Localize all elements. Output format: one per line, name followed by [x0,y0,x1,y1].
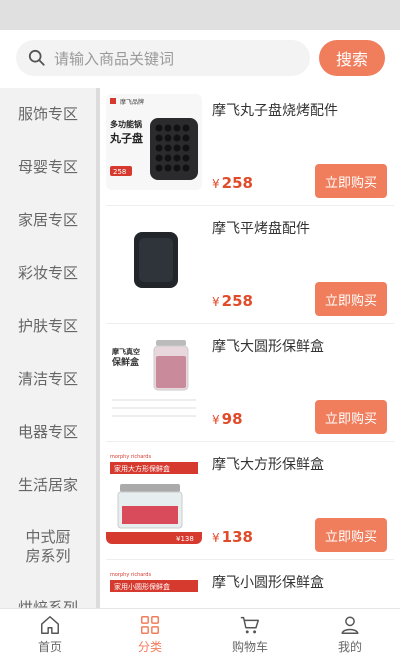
product-price: ¥258 [212,292,253,310]
round-container-image: 摩飞真空 保鲜盒 [106,330,202,426]
buy-now-button[interactable]: 立即购买 [315,164,387,198]
product-card[interactable]: 摩飞真空 保鲜盒 摩飞大圆形保鲜盒 ¥98 立即购买 [100,324,400,442]
sidebar-item-appliances[interactable]: 电器专区 [0,406,96,459]
tab-category[interactable]: 分类 [100,609,200,660]
sidebar-item-chinese-kitchen[interactable]: 中式厨房系列 [20,512,76,582]
svg-text:保鲜盒: 保鲜盒 [111,356,140,368]
search-placeholder: 请输入商品关键词 [54,49,175,68]
svg-text:摩飞真空: 摩飞真空 [111,347,140,356]
sidebar-item-living[interactable]: 生活居家 [0,459,96,512]
svg-text:丸子盘: 丸子盘 [109,131,143,145]
sidebar-item-clothing[interactable]: 服饰专区 [0,88,96,141]
svg-text:258: 258 [113,168,126,176]
category-sidebar: 服饰专区 母婴专区 家居专区 彩妆专区 护肤专区 清洁专区 电器专区 生活居家 … [0,88,96,608]
sidebar-item-skincare[interactable]: 护肤专区 [0,300,96,353]
search-button[interactable]: 搜索 [319,40,385,76]
search-row: 请输入商品关键词 搜索 [0,30,400,88]
product-title[interactable]: 摩飞小圆形保鲜盒 [212,572,324,592]
category-icon [141,616,159,634]
sidebar-item-baking[interactable]: 烘焙系列 [0,582,96,608]
small-round-container-image: morphy richards 家用小圆形保鲜盒 [106,566,202,608]
product-title[interactable]: 摩飞大圆形保鲜盒 [212,336,324,356]
flat-grill-plate-image [106,212,202,308]
product-card[interactable]: 摩飞品牌 多功能锅 丸子盘 258 摩飞丸子盘烧烤配件 ¥258 立即购买 [100,88,400,206]
svg-text:morphy richards: morphy richards [110,454,151,460]
cart-icon [240,616,259,634]
product-card[interactable]: morphy richards 家用大方形保鲜盒 ¥138 摩飞大方形保鲜盒 ¥… [100,442,400,560]
product-title[interactable]: 摩飞丸子盘烧烤配件 [212,100,338,120]
bottom-tab-bar: 首页 分类 购物车 我的 [0,608,400,660]
square-container-image: morphy richards 家用大方形保鲜盒 ¥138 [106,448,202,544]
sidebar-item-cleaning[interactable]: 清洁专区 [0,353,96,406]
buy-now-button[interactable]: 立即购买 [315,282,387,316]
product-card[interactable]: morphy richards 家用小圆形保鲜盒 摩飞小圆形保鲜盒 [100,560,400,608]
svg-text:家用大方形保鲜盒: 家用大方形保鲜盒 [114,464,170,473]
buy-now-button[interactable]: 立即购买 [315,518,387,552]
product-price: ¥98 [212,410,243,428]
meatball-pan-image: 摩飞品牌 多功能锅 丸子盘 258 [106,94,202,190]
sidebar-item-home[interactable]: 家居专区 [0,194,96,247]
product-image: morphy richards 家用大方形保鲜盒 ¥138 [106,448,202,544]
status-bar [0,0,400,30]
tab-home[interactable]: 首页 [0,609,100,660]
tab-label: 购物车 [231,640,268,654]
product-image: 摩飞真空 保鲜盒 [106,330,202,426]
home-icon [41,616,59,634]
svg-text:多功能锅: 多功能锅 [110,119,142,129]
product-price: ¥258 [212,174,253,192]
sidebar-item-baby[interactable]: 母婴专区 [0,141,96,194]
buy-now-button[interactable]: 立即购买 [315,400,387,434]
search-icon [28,49,45,66]
svg-text:¥138: ¥138 [176,535,194,543]
tab-label: 首页 [37,640,62,654]
tab-label: 分类 [137,640,162,654]
product-title[interactable]: 摩飞平烤盘配件 [212,218,310,238]
tab-cart[interactable]: 购物车 [200,609,300,660]
tab-mine[interactable]: 我的 [300,609,400,660]
user-icon [341,616,359,634]
product-image: 摩飞品牌 多功能锅 丸子盘 258 [106,94,202,190]
product-title[interactable]: 摩飞大方形保鲜盒 [212,454,324,474]
search-input[interactable]: 请输入商品关键词 [16,40,310,76]
product-card[interactable]: 摩飞平烤盘配件 ¥258 立即购买 [100,206,400,324]
product-list: 摩飞品牌 多功能锅 丸子盘 258 摩飞丸子盘烧烤配件 ¥258 立即购买 摩飞… [100,88,400,608]
svg-text:morphy richards: morphy richards [110,572,151,578]
tab-label: 我的 [337,640,362,654]
product-image: morphy richards 家用小圆形保鲜盒 [106,566,202,608]
product-price: ¥138 [212,528,253,546]
svg-text:摩飞品牌: 摩飞品牌 [120,98,144,106]
sidebar-item-makeup[interactable]: 彩妆专区 [0,247,96,300]
product-image [106,212,202,308]
svg-text:家用小圆形保鲜盒: 家用小圆形保鲜盒 [114,582,170,591]
